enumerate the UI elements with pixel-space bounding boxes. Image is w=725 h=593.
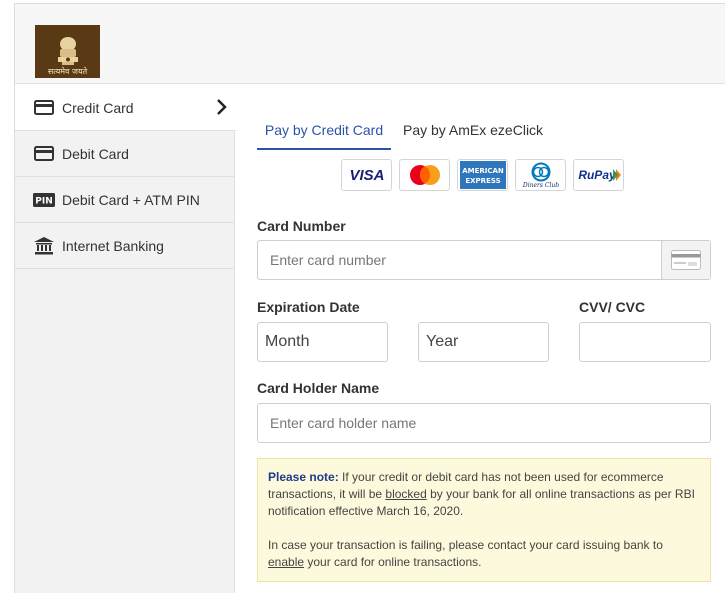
diners-text: Diners Club — [521, 182, 558, 189]
lion-capital-icon — [57, 37, 78, 65]
rupay-text: RuPay — [578, 168, 617, 182]
cvv-input[interactable] — [579, 322, 711, 362]
sidebar-item-credit-card[interactable]: Credit Card — [15, 85, 236, 131]
bank-icon — [33, 236, 55, 254]
card-number-addon — [661, 241, 710, 279]
card-number-placeholder: Enter card number — [270, 252, 386, 268]
sidebar-item-debit-card-atm-pin[interactable]: PIN Debit Card + ATM PIN — [15, 177, 234, 223]
card-thumbnail-icon — [671, 250, 701, 270]
diners-club-logo: Diners Club — [515, 159, 566, 191]
sidebar-item-label: Internet Banking — [62, 237, 164, 254]
notice-text-2a: In case your transaction is failing, ple… — [268, 538, 663, 552]
sidebar-item-label: Debit Card + ATM PIN — [62, 191, 200, 208]
tab-pay-by-amex-ezeclick[interactable]: Pay by AmEx ezeClick — [403, 113, 553, 150]
card-number-input[interactable]: Enter card number — [257, 240, 711, 280]
chevron-right-icon — [216, 98, 228, 119]
amex-logo: AMERICAN EXPRESS — [457, 159, 508, 191]
sidebar-item-internet-banking[interactable]: Internet Banking — [15, 223, 234, 269]
visa-logo: VISA — [341, 159, 392, 191]
pin-badge-text: PIN — [35, 196, 52, 206]
logo-motto: सत्यमेव जयते — [47, 67, 88, 76]
notice-paragraph-2: In case your transaction is failing, ple… — [268, 537, 700, 571]
tab-pay-by-credit-card[interactable]: Pay by Credit Card — [257, 113, 391, 150]
notice-text-2b: your card for online transactions. — [304, 555, 482, 569]
card-holder-name-label: Card Holder Name — [257, 380, 380, 396]
debit-card-icon — [33, 146, 55, 162]
pin-icon: PIN — [33, 192, 55, 208]
rupay-logo: RuPay — [573, 159, 624, 191]
emblem-logo: सत्यमेव जयते — [35, 25, 100, 78]
rbi-notice-box: Please note: If your credit or debit car… — [257, 458, 711, 582]
page-frame: सत्यमेव जयते Credit Card Debit Card PIN … — [14, 3, 725, 593]
blocked-link: blocked — [385, 487, 427, 501]
sidebar-item-debit-card[interactable]: Debit Card — [15, 131, 234, 177]
header: सत्यमेव जयते — [15, 4, 725, 84]
card-number-label: Card Number — [257, 218, 346, 234]
notice-paragraph-1: Please note: If your credit or debit car… — [268, 469, 700, 520]
cvv-label: CVV/ CVC — [579, 299, 646, 315]
card-holder-placeholder: Enter card holder name — [270, 415, 417, 431]
payment-tabs: Pay by Credit Card Pay by AmEx ezeClick — [257, 113, 725, 150]
sidebar-item-label: Debit Card — [62, 145, 129, 162]
expiration-date-label: Expiration Date — [257, 299, 360, 315]
sidebar-item-label: Credit Card — [62, 99, 134, 116]
card-brand-logos: VISA AMERICAN EXPRESS Diners Club RuPay — [341, 159, 624, 193]
visa-text: VISA — [349, 167, 384, 184]
notice-title: Please note: — [268, 470, 339, 484]
payment-method-sidebar: Credit Card Debit Card PIN Debit Card + … — [15, 85, 236, 593]
mastercard-logo — [399, 159, 450, 191]
expiry-year-select[interactable]: Year — [418, 322, 549, 362]
expiry-month-select[interactable]: Month — [257, 322, 388, 362]
enable-link: enable — [268, 555, 305, 569]
amex-line2-text: EXPRESS — [465, 177, 500, 185]
card-holder-name-input[interactable]: Enter card holder name — [257, 403, 711, 443]
credit-card-icon — [33, 100, 55, 116]
amex-line1-text: AMERICAN — [462, 167, 504, 175]
